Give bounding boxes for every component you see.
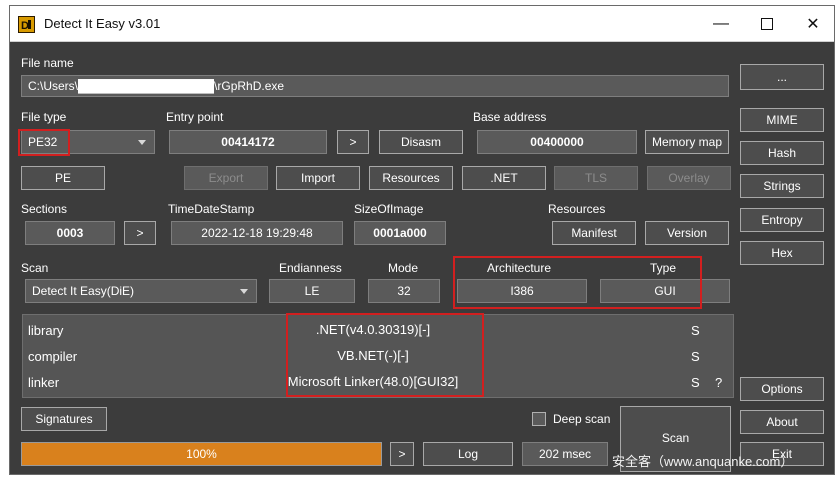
file-name-label: File name [21,56,74,70]
maximize-button[interactable] [744,6,790,42]
timestamp-label: TimeDateStamp [168,202,255,216]
browse-button[interactable]: ... [740,64,824,90]
manifest-button[interactable]: Manifest [552,221,636,245]
chevron-down-icon [138,140,146,145]
endianness-label: Endianness [279,261,342,275]
result-row-linker[interactable]: linker Microsoft Linker(48.0)[GUI32] S ? [23,369,733,395]
sections-next-button[interactable]: > [124,221,156,245]
tls-button[interactable]: TLS [554,166,638,190]
about-button[interactable]: About [740,410,824,434]
result-signature-flag[interactable]: S [691,375,700,390]
close-button[interactable]: ✕ [790,6,836,42]
result-row-compiler[interactable]: compiler VB.NET(-)[-] S [23,343,733,369]
log-button[interactable]: Log [423,442,513,466]
strings-button[interactable]: Strings [740,174,824,198]
architecture-label: Architecture [487,261,552,275]
result-signature-flag[interactable]: S [691,323,700,338]
minimize-button[interactable]: — [698,6,744,42]
mode-field[interactable]: 32 [368,279,440,303]
minimize-icon: — [713,15,729,32]
progress-text: 100% [186,447,217,461]
import-button[interactable]: Import [276,166,360,190]
size-of-image-label: SizeOfImage [354,202,424,216]
entropy-button[interactable]: Entropy [740,208,824,232]
entry-point-next-button[interactable]: > [337,130,369,154]
mime-button[interactable]: MIME [740,108,824,132]
window-title: Detect It Easy v3.01 [44,16,161,31]
resources-button[interactable]: Resources [369,166,453,190]
file-path-field[interactable]: C:\Users\████████████████\rGpRhD.exe [21,75,729,97]
maximize-icon [761,18,773,30]
type-label: Type [650,261,677,275]
result-signature-flag[interactable]: S [691,349,700,364]
deep-scan-label: Deep scan [553,412,611,426]
scan-engine-select[interactable]: Detect It Easy(DiE) [25,279,257,303]
hash-button[interactable]: Hash [740,141,824,165]
watermark-text: 安全客（www.anquanke.com） [612,454,794,469]
scan-progress-bar: 100% [21,442,382,466]
app-window: D Detect It Easy v3.01 — ✕ File name C:\… [9,5,835,475]
disasm-button[interactable]: Disasm [379,130,463,154]
scan-results-list[interactable]: library .NET(v4.0.30319)[-] S compiler V… [22,314,734,398]
result-kind: compiler [28,349,78,364]
base-address-field[interactable]: 00400000 [477,130,637,154]
size-of-image-field[interactable]: 0001a000 [354,221,446,245]
entry-point-field[interactable]: 00414172 [169,130,327,154]
elapsed-time-field: 202 msec [522,442,608,466]
title-bar[interactable]: D Detect It Easy v3.01 — ✕ [10,6,834,42]
memory-map-button[interactable]: Memory map [645,130,729,154]
version-button[interactable]: Version [645,221,729,245]
file-type-select[interactable]: PE32 [21,130,155,154]
result-kind: library [28,323,64,338]
timestamp-field[interactable]: 2022-12-18 19:29:48 [171,221,343,245]
type-field[interactable]: GUI [600,279,730,303]
endianness-field[interactable]: LE [269,279,355,303]
entry-point-label: Entry point [166,110,224,124]
export-button[interactable]: Export [184,166,268,190]
scan-label: Scan [21,261,49,275]
result-row-library[interactable]: library .NET(v4.0.30319)[-] S [23,317,733,343]
result-kind: linker [28,375,60,390]
progress-next-button[interactable]: > [390,442,414,466]
result-name: .NET(v4.0.30319)[-] [315,322,431,337]
deep-scan-checkbox[interactable] [532,412,546,426]
resources-label: Resources [548,202,606,216]
overlay-button[interactable]: Overlay [647,166,731,190]
file-type-label: File type [21,110,67,124]
mode-label: Mode [388,261,419,275]
file-type-value: PE32 [28,135,58,149]
chevron-down-icon [240,289,248,294]
options-button[interactable]: Options [740,377,824,401]
hex-button[interactable]: Hex [740,241,824,265]
result-info-button[interactable]: ? [715,375,722,390]
base-address-label: Base address [473,110,547,124]
architecture-field[interactable]: I386 [457,279,587,303]
svg-text:D: D [21,20,29,32]
result-name: VB.NET(-)[-] [337,348,409,363]
app-icon: D [18,16,35,33]
signatures-button[interactable]: Signatures [21,407,107,431]
sections-label: Sections [21,202,68,216]
close-icon: ✕ [806,16,820,33]
dotnet-button[interactable]: .NET [462,166,546,190]
pe-button[interactable]: PE [21,166,105,190]
sections-field[interactable]: 0003 [25,221,115,245]
scan-engine-value: Detect It Easy(DiE) [32,284,135,298]
result-name: Microsoft Linker(48.0)[GUI32] [287,374,459,389]
